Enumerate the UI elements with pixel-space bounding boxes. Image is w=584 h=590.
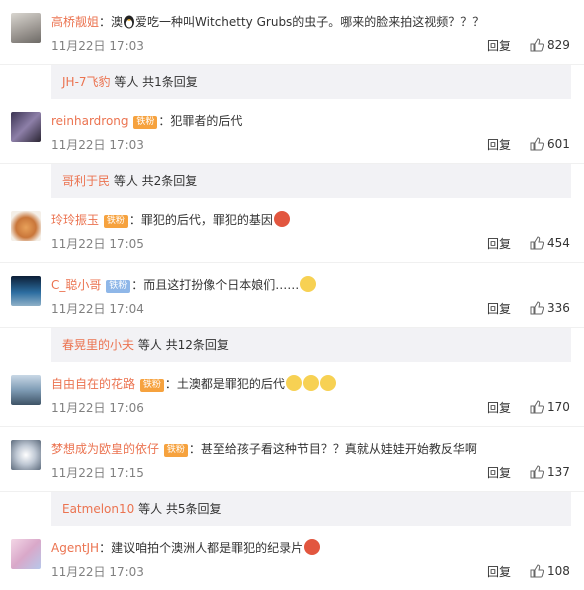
thread-username[interactable]: 春晃里的小夫 xyxy=(62,338,134,352)
comment-line: C_聪小哥 铁粉 ：而且这打扮像个日本娘们…… xyxy=(51,276,317,294)
thumbs-up-icon xyxy=(530,38,545,52)
comment-text-start: 澳 xyxy=(111,15,124,29)
comment-item: reinhardrong 铁粉 ：犯罪者的后代 11月22日 17:03 回复 6… xyxy=(0,99,584,164)
like-button[interactable]: 601 xyxy=(530,136,570,152)
fan-badge-icon[interactable]: 铁粉 xyxy=(163,444,188,457)
like-count: 829 xyxy=(547,38,570,52)
comment-time: 11月22日 17:04 xyxy=(51,302,144,316)
comment-line: 高桥靓姐：澳 爱吃一种叫Witchetty Grubs的虫子。哪来的脸来拍这视频？… xyxy=(51,15,485,29)
reply-button[interactable]: 回复 xyxy=(487,38,511,54)
angry-emoji-icon xyxy=(304,539,321,555)
comment-line: 玲玲振玉 铁粉 ：罪犯的后代，罪犯的基因 xyxy=(51,211,290,229)
smirk-emoji-icon xyxy=(285,375,302,391)
like-button[interactable]: 454 xyxy=(530,235,570,251)
comment-time: 11月22日 17:06 xyxy=(51,401,144,415)
comment-text-end: 爱吃一种叫Witchetty Grubs的虫子。哪来的脸来拍这视频？？？ xyxy=(135,15,485,29)
thumbs-up-icon xyxy=(530,236,545,250)
reply-button[interactable]: 回复 xyxy=(487,564,511,580)
avatar[interactable] xyxy=(11,440,41,470)
reply-thread[interactable]: JH-7飞豹 等人 共1条回复 xyxy=(51,65,571,99)
fan-badge-icon[interactable]: 铁粉 xyxy=(106,280,131,293)
username-link[interactable]: 梦想成为欧皇的依仔 xyxy=(51,442,159,456)
thumbs-up-icon xyxy=(530,465,545,479)
fan-badge-icon[interactable]: 铁粉 xyxy=(139,379,164,392)
like-button[interactable]: 336 xyxy=(530,300,570,316)
username-link[interactable]: 自由自在的花路 xyxy=(51,377,135,391)
smirk-emoji-icon xyxy=(300,276,317,292)
thread-username[interactable]: Eatmelon10 xyxy=(62,502,134,516)
reply-button[interactable]: 回复 xyxy=(487,465,511,481)
thread-username[interactable]: 哥利于民 xyxy=(62,174,110,188)
comment-text: ：而且这打扮像个日本娘们…… xyxy=(131,278,300,292)
reply-button[interactable]: 回复 xyxy=(487,236,511,252)
smirk-emoji-icon xyxy=(319,375,336,391)
comment-time: 11月22日 17:15 xyxy=(51,466,144,480)
comment-line: reinhardrong 铁粉 ：犯罪者的后代 xyxy=(51,112,242,130)
thumbs-up-icon xyxy=(530,137,545,151)
comment-item: 自由自在的花路 铁粉 ：土澳都是罪犯的后代 11月22日 17:06 回复 170 xyxy=(0,362,584,427)
comment-text: ：土澳都是罪犯的后代 xyxy=(164,377,285,391)
username-link[interactable]: C_聪小哥 xyxy=(51,278,101,292)
thread-summary: 等人 共2条回复 xyxy=(110,174,198,188)
avatar[interactable] xyxy=(11,112,41,142)
comment-item: 高桥靓姐：澳 爱吃一种叫Witchetty Grubs的虫子。哪来的脸来拍这视频？… xyxy=(0,0,584,65)
username-link[interactable]: 玲玲振玉 xyxy=(51,213,99,227)
reply-button[interactable]: 回复 xyxy=(487,301,511,317)
comment-line: 梦想成为欧皇的依仔 铁粉 ：甚至给孩子看这种节目？？真就从娃娃开始教反华啊 xyxy=(51,440,477,458)
avatar[interactable] xyxy=(11,375,41,405)
thread-username[interactable]: JH-7飞豹 xyxy=(62,75,111,89)
like-count: 454 xyxy=(547,236,570,250)
avatar[interactable] xyxy=(11,539,41,569)
reply-thread[interactable]: Eatmelon10 等人 共5条回复 xyxy=(51,492,571,526)
qq-penguin-icon xyxy=(123,15,135,29)
like-count: 601 xyxy=(547,137,570,151)
like-button[interactable]: 108 xyxy=(530,563,570,579)
avatar[interactable] xyxy=(11,13,41,43)
comment-item: C_聪小哥 铁粉 ：而且这打扮像个日本娘们…… 11月22日 17:04 回复 3… xyxy=(0,263,584,328)
comment-item: 玲玲振玉 铁粉 ：罪犯的后代，罪犯的基因 11月22日 17:05 回复 454 xyxy=(0,198,584,263)
thumbs-up-icon xyxy=(530,400,545,414)
comment-text: ：犯罪者的后代 xyxy=(158,114,243,128)
comment-time: 11月22日 17:03 xyxy=(51,565,144,579)
comment-time: 11月22日 17:05 xyxy=(51,237,144,251)
avatar[interactable] xyxy=(11,211,41,241)
reply-thread[interactable]: 哥利于民 等人 共2条回复 xyxy=(51,164,571,198)
smirk-emoji-icon xyxy=(302,375,319,391)
comment-time: 11月22日 17:03 xyxy=(51,39,144,53)
comment-line: AgentJH：建议咱拍个澳洲人都是罪犯的纪录片 xyxy=(51,539,321,557)
comment-item: 梦想成为欧皇的依仔 铁粉 ：甚至给孩子看这种节目？？真就从娃娃开始教反华啊 11月… xyxy=(0,427,584,492)
like-button[interactable]: 829 xyxy=(530,37,570,53)
username-link[interactable]: 高桥靓姐 xyxy=(51,15,99,29)
like-count: 108 xyxy=(547,564,570,578)
thumbs-up-icon xyxy=(530,301,545,315)
comment-time: 11月22日 17:03 xyxy=(51,138,144,152)
fan-badge-icon[interactable]: 铁粉 xyxy=(133,116,158,129)
fan-badge-icon[interactable]: 铁粉 xyxy=(103,215,128,228)
angry-emoji-icon xyxy=(273,211,290,227)
username-link[interactable]: reinhardrong xyxy=(51,114,129,128)
thread-summary: 等人 共12条回复 xyxy=(134,338,229,352)
reply-button[interactable]: 回复 xyxy=(487,400,511,416)
comment-text: ：甚至给孩子看这种节目？？真就从娃娃开始教反华啊 xyxy=(188,442,477,456)
thread-summary: 等人 共1条回复 xyxy=(110,75,198,89)
like-count: 336 xyxy=(547,301,570,315)
username-link[interactable]: AgentJH xyxy=(51,541,99,555)
comment-item: AgentJH：建议咱拍个澳洲人都是罪犯的纪录片 11月22日 17:03 回复… xyxy=(0,526,584,590)
like-count: 137 xyxy=(547,465,570,479)
comment-line: 自由自在的花路 铁粉 ：土澳都是罪犯的后代 xyxy=(51,375,336,393)
like-count: 170 xyxy=(547,400,570,414)
avatar[interactable] xyxy=(11,276,41,306)
reply-button[interactable]: 回复 xyxy=(487,137,511,153)
like-button[interactable]: 170 xyxy=(530,399,570,415)
comment-text: ：建议咱拍个澳洲人都是罪犯的纪录片 xyxy=(99,541,304,555)
thread-summary: 等人 共5条回复 xyxy=(134,502,222,516)
reply-thread[interactable]: 春晃里的小夫 等人 共12条回复 xyxy=(51,328,571,362)
thumbs-up-icon xyxy=(530,564,545,578)
comment-text: ：罪犯的后代，罪犯的基因 xyxy=(128,213,273,227)
like-button[interactable]: 137 xyxy=(530,464,570,480)
